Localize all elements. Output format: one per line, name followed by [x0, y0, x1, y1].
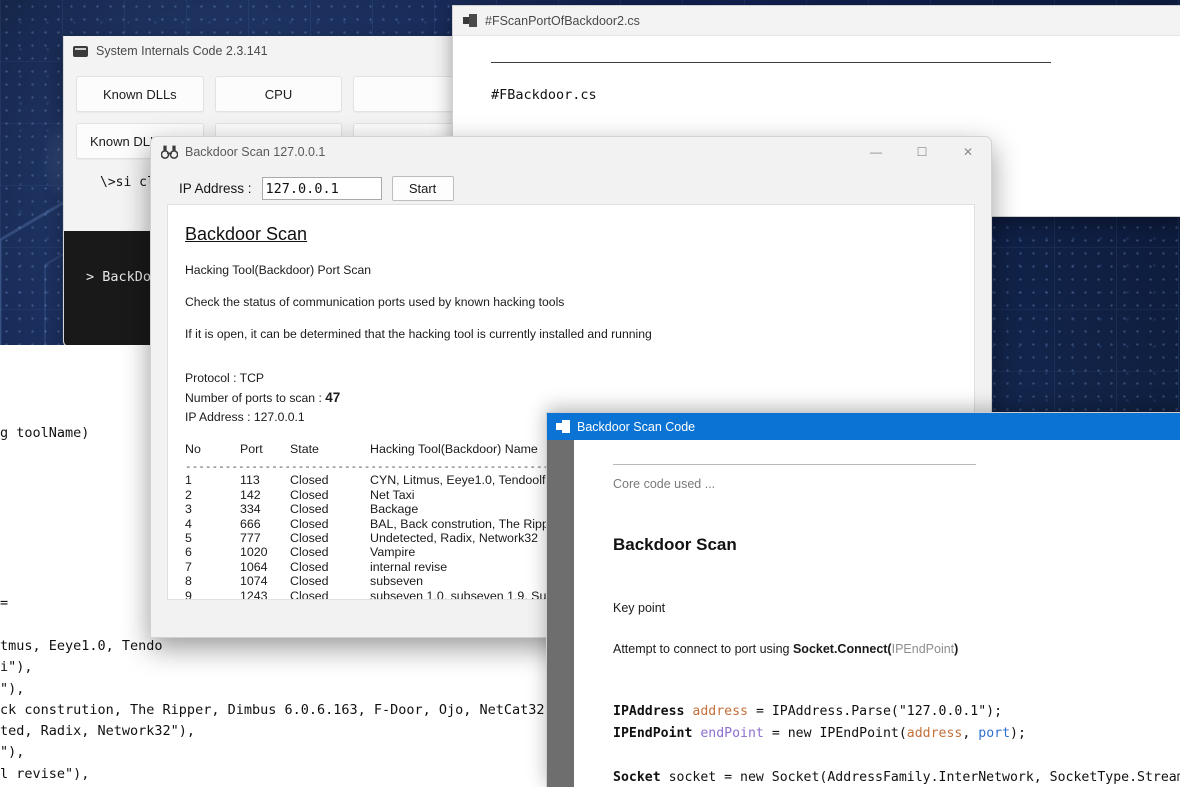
code-window-sidebar: [547, 440, 574, 787]
cell-name: Net Taxi: [370, 488, 415, 502]
core-code-note: Core code used ...: [613, 477, 1180, 491]
cell-port: 666: [240, 517, 290, 531]
cell-no: 1: [185, 473, 240, 487]
code-var-endpoint: endPoint: [692, 726, 763, 741]
cell-port: 1243: [240, 589, 290, 600]
key-point-label: Key point: [613, 601, 1180, 615]
cell-state: Closed: [290, 517, 370, 531]
cell-port: 777: [240, 531, 290, 545]
code-window-body: Core code used ... Backdoor Scan Key poi…: [574, 440, 1180, 787]
cell-port: 334: [240, 502, 290, 516]
report-port-count: Number of ports to scan : 47: [168, 390, 974, 405]
cell-name: Undetected, Radix, Network32: [370, 531, 538, 545]
report-heading: Backdoor Scan: [168, 205, 974, 245]
system-internals-titlebar[interactable]: System Internals Code 2.3.141: [64, 36, 493, 66]
code-kw-ipaddress: IPAddress: [613, 704, 684, 719]
cell-port: 1074: [240, 574, 290, 588]
code-arg-address: address: [907, 726, 963, 741]
backdoor-scan-code-window[interactable]: Backdoor Scan Code Core code used ... Ba…: [546, 412, 1180, 787]
code-editor-blank-line: [491, 110, 1180, 132]
code-kw-ipendpoint: IPEndPoint: [613, 726, 692, 741]
cell-no: 8: [185, 574, 240, 588]
code-window-divider: [613, 464, 976, 465]
column-header-port: Port: [240, 442, 290, 456]
cell-state: Closed: [290, 560, 370, 574]
cell-state: Closed: [290, 473, 370, 487]
window-app-icon: [556, 420, 570, 433]
start-button[interactable]: Start: [392, 176, 454, 201]
cell-port: 1020: [240, 545, 290, 559]
maximize-button[interactable]: ☐: [899, 137, 945, 166]
column-header-state: State: [290, 442, 370, 456]
cell-name: internal revise: [370, 560, 447, 574]
cell-no: 2: [185, 488, 240, 502]
column-header-name: Hacking Tool(Backdoor) Name: [370, 442, 538, 456]
key-point-paren: ): [954, 642, 958, 656]
window-app-icon: [463, 14, 477, 27]
backdoor-scan-titlebar[interactable]: Backdoor Scan 127.0.0.1 — ☐ ✕: [151, 137, 991, 166]
code-arg-sep: ,: [962, 726, 978, 741]
code-editor-title: #FScanPortOfBackdoor2.cs: [485, 14, 640, 28]
port-count-value: 47: [325, 390, 340, 405]
cell-name: Vampire: [370, 545, 415, 559]
code-line2-mid: = new IPEndPoint(: [764, 726, 907, 741]
cell-state: Closed: [290, 531, 370, 545]
code-snippet: IPAddress address = IPAddress.Parse("127…: [613, 701, 1180, 787]
key-point-arg: IPEndPoint: [892, 642, 955, 656]
cell-no: 9: [185, 589, 240, 600]
cell-no: 4: [185, 517, 240, 531]
cell-name: subseven: [370, 574, 423, 588]
code-arg-port: port: [978, 726, 1010, 741]
code-kw-socket: Socket: [613, 770, 661, 785]
ip-address-input[interactable]: [262, 177, 382, 200]
cell-state: Closed: [290, 545, 370, 559]
code-window-heading: Backdoor Scan: [613, 535, 1180, 555]
cell-no: 6: [185, 545, 240, 559]
code-line3-rest: socket = new Socket(AddressFamily.InterN…: [661, 770, 1180, 785]
report-desc-2: If it is open, it can be determined that…: [168, 327, 974, 341]
cell-no: 5: [185, 531, 240, 545]
cell-state: Closed: [290, 488, 370, 502]
cell-name: Backage: [370, 502, 418, 516]
code-window-title: Backdoor Scan Code: [577, 420, 695, 434]
code-line3: Socket socket = new Socket(AddressFamily…: [613, 767, 1180, 787]
known-dlls-button[interactable]: Known DLLs: [76, 76, 204, 112]
cell-no: 7: [185, 560, 240, 574]
port-count-label: Number of ports to scan :: [185, 391, 325, 405]
report-subtitle: Hacking Tool(Backdoor) Port Scan: [168, 263, 974, 277]
terminal-icon: [73, 46, 88, 57]
report-desc-1: Check the status of communication ports …: [168, 295, 974, 309]
cell-port: 1064: [240, 560, 290, 574]
cell-name: CYN, Litmus, Eeye1.0, Tendoolf, Cyn: [370, 473, 574, 487]
code-var-address: address: [684, 704, 748, 719]
key-point-pre: Attempt to connect to port using: [613, 642, 793, 656]
cell-state: Closed: [290, 574, 370, 588]
close-button[interactable]: ✕: [945, 137, 991, 166]
code-window-titlebar[interactable]: Backdoor Scan Code: [547, 413, 1180, 440]
code-line2-end: );: [1010, 726, 1026, 741]
backdoor-scan-title: Backdoor Scan 127.0.0.1: [185, 145, 325, 159]
key-point-method: Socket.Connect(: [793, 642, 892, 656]
column-header-no: No: [185, 442, 240, 456]
system-internals-title: System Internals Code 2.3.141: [96, 44, 268, 58]
code-line1-rest: = IPAddress.Parse("127.0.0.1");: [748, 704, 1002, 719]
cell-name: subseven 1.0, subseven 1.9, Subsev: [370, 589, 573, 600]
minimize-button[interactable]: —: [853, 137, 899, 166]
cell-name: BAL, Back constrution, The Ripper, D: [370, 517, 575, 531]
code-editor-line-filename: #FBackdoor.cs: [491, 81, 1180, 110]
cell-port: 142: [240, 488, 290, 502]
code-editor-titlebar[interactable]: #FScanPortOfBackdoor2.cs: [453, 6, 1180, 36]
desktop-root: System Internals Code 2.3.141 Known DLLs…: [0, 0, 1180, 787]
ip-address-label: IP Address :: [179, 181, 252, 196]
cpu-button[interactable]: CPU: [215, 76, 343, 112]
window-controls: — ☐ ✕: [853, 137, 991, 166]
cell-state: Closed: [290, 589, 370, 600]
key-point-description: Attempt to connect to port using Socket.…: [613, 642, 1180, 656]
cell-no: 3: [185, 502, 240, 516]
binoculars-icon: [161, 145, 178, 159]
code-editor-divider: [491, 62, 1051, 63]
report-protocol: Protocol : TCP: [168, 371, 974, 385]
cell-state: Closed: [290, 502, 370, 516]
cell-port: 113: [240, 473, 290, 487]
